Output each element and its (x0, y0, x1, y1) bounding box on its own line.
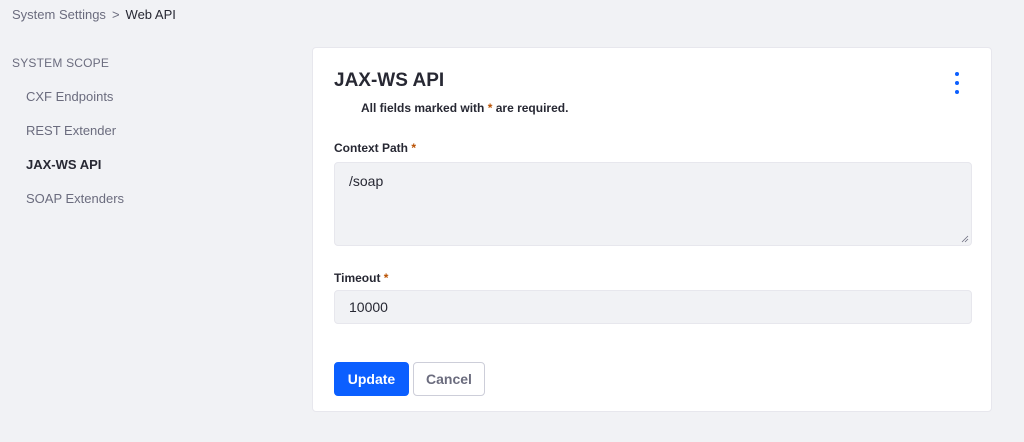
kebab-dot (955, 72, 959, 76)
config-form-card: JAX-WS API All fields marked with * are … (312, 47, 992, 412)
sidebar-item-cxf-endpoints[interactable]: CXF Endpoints (12, 89, 272, 123)
context-path-value: /soap (349, 173, 384, 189)
timeout-input[interactable]: 10000 (334, 290, 972, 324)
sidebar-item-soap-extenders[interactable]: SOAP Extenders (12, 191, 272, 225)
required-fields-note: All fields marked with * are required. (361, 100, 568, 116)
resize-handle-icon[interactable] (961, 235, 969, 243)
sidebar-heading: SYSTEM SCOPE (12, 56, 110, 70)
timeout-label-text: Timeout (334, 271, 381, 285)
required-note-text: are required. (495, 101, 569, 115)
context-path-label-text: Context Path (334, 141, 409, 155)
ellipsis-vertical-icon[interactable] (951, 72, 963, 94)
required-note-text: All fields marked with (361, 101, 485, 115)
breadcrumb-parent-link[interactable]: System Settings (12, 7, 106, 23)
kebab-dot (955, 81, 959, 85)
timeout-value: 10000 (349, 299, 388, 315)
sidebar-nav: SYSTEM SCOPE CXF Endpoints REST Extender… (12, 55, 272, 225)
breadcrumb: System Settings > Web API (12, 7, 176, 23)
sidebar-item-jax-ws-api[interactable]: JAX-WS API (12, 157, 272, 191)
breadcrumb-current: Web API (125, 7, 176, 22)
cancel-button[interactable]: Cancel (413, 362, 485, 396)
sidebar-item-rest-extender[interactable]: REST Extender (12, 123, 272, 157)
required-asterisk-icon: * (411, 141, 417, 155)
required-asterisk-icon: * (487, 101, 493, 115)
context-path-textarea[interactable]: /soap (334, 162, 972, 246)
update-button[interactable]: Update (334, 362, 409, 396)
breadcrumb-separator-icon: > (111, 7, 120, 22)
page-title: JAX-WS API (334, 70, 445, 91)
required-asterisk-icon: * (383, 271, 389, 285)
timeout-label: Timeout * (334, 270, 388, 286)
context-path-label: Context Path * (334, 140, 416, 156)
kebab-dot (955, 90, 959, 94)
